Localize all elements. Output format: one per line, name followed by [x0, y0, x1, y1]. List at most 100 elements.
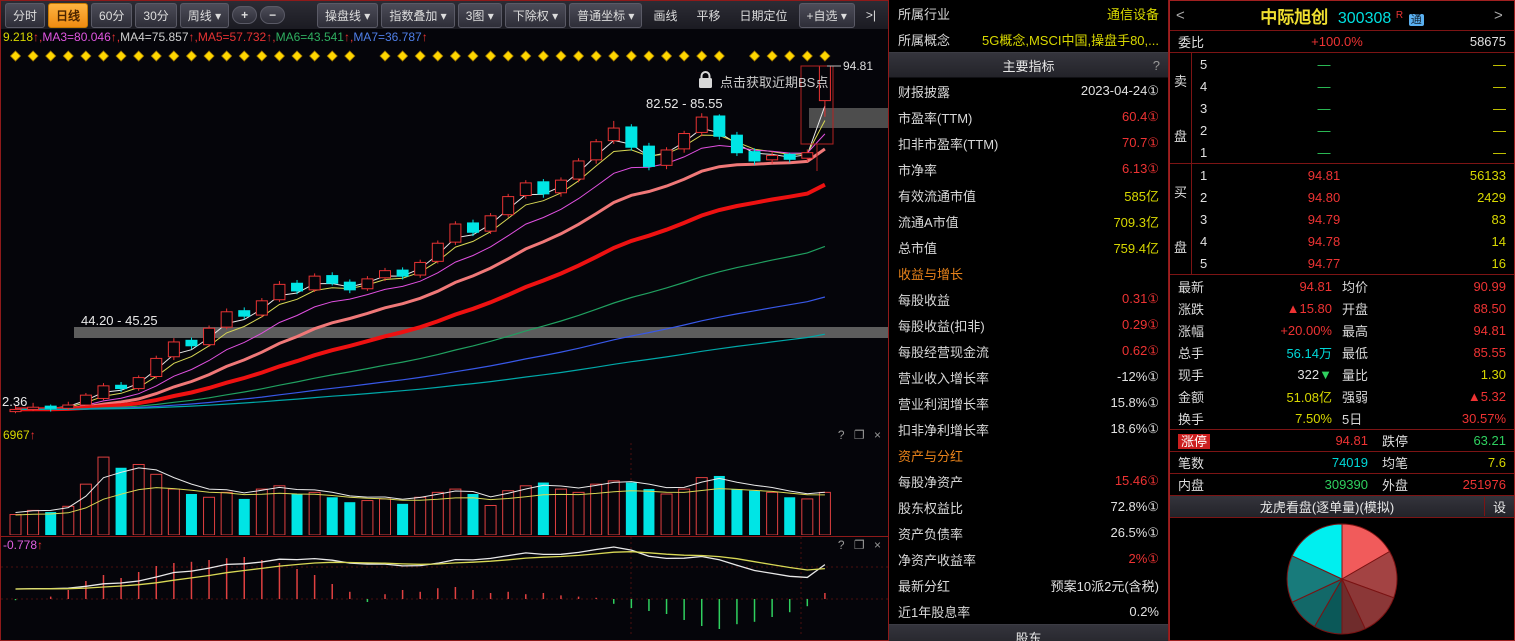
candlestick-chart[interactable]: 94.81 点击获取近期BS点82.52 - 85.5544.20 - 45.2…: [1, 46, 888, 427]
settings-button[interactable]: 设: [1484, 497, 1514, 516]
quote-value: 63.21: [1430, 433, 1506, 448]
info-row-label: 财报披露: [898, 82, 950, 101]
info-row-label: 扣非净利增长率: [898, 420, 989, 439]
layout-3chart-dropdown[interactable]: 3图 ▾: [458, 3, 502, 28]
volume-panel[interactable]: 6967↑ ? ❐ ×: [1, 427, 888, 537]
weibi-label: 委比: [1178, 32, 1238, 51]
main-candlestick-panel[interactable]: 94.81 点击获取近期BS点82.52 - 85.5544.20 - 45.2…: [1, 46, 888, 427]
book-group-char: 盘: [1174, 126, 1187, 145]
ma-legend-segment: MA4=75.857: [120, 30, 188, 44]
quote-value: 51.08亿: [1226, 387, 1342, 406]
quote-value: 309390: [1238, 477, 1382, 492]
weibi-value: +100.0%: [1238, 34, 1436, 49]
book-level: 5: [1200, 57, 1226, 72]
ma-legend-segment: MA5=57.732: [198, 30, 266, 44]
next-stock-arrow[interactable]: >: [1494, 7, 1508, 24]
order-book-row: 194.8156133: [1192, 164, 1514, 186]
info-row: 净资产收益率2%①: [889, 546, 1168, 572]
adjust-rights-dropdown[interactable]: 下除权 ▾: [505, 3, 566, 28]
quote-grid-row: 最新94.81均价90.99: [1170, 275, 1514, 297]
quote-label: 跌停: [1382, 431, 1430, 450]
restore-icon[interactable]: ❐: [854, 428, 868, 442]
info-row-value: 0.62①: [1122, 343, 1159, 359]
close-icon[interactable]: ×: [874, 538, 884, 552]
volume-value-label: 6967↑: [3, 428, 36, 442]
svg-text:94.81: 94.81: [843, 59, 873, 73]
date-locate-button[interactable]: 日期定位: [731, 3, 795, 28]
timeframe-30min[interactable]: 30分: [135, 3, 176, 28]
draw-line-button[interactable]: 画线: [645, 3, 685, 28]
caopanxian-dropdown[interactable]: 操盘线 ▾: [317, 3, 378, 28]
info-row: 近1年股息率0.2%: [889, 598, 1168, 624]
ma-legend-segment: ↑: [422, 30, 428, 44]
timeframe-fenshi[interactable]: 分时: [5, 3, 45, 28]
longhu-title: 龙虎看盘(逐单量)(模拟): [1170, 497, 1484, 516]
timeframe-daily[interactable]: 日线: [48, 3, 88, 28]
stock-code: 300308: [1338, 10, 1391, 27]
order-flow-pie-wrap: [1170, 518, 1514, 640]
add-watchlist-dropdown[interactable]: +自选 ▾: [799, 3, 855, 28]
info-row-value: -12%①: [1117, 369, 1159, 385]
info-row-value: 72.8%①: [1110, 499, 1159, 515]
buy-book-label: 买盘: [1170, 164, 1192, 274]
quote-value: 30.57%: [1390, 411, 1506, 426]
info-row-value: 2%①: [1129, 551, 1159, 567]
quote-value: 90.99: [1390, 279, 1506, 294]
quote-value: 94.81: [1238, 433, 1382, 448]
help-icon[interactable]: ?: [838, 428, 848, 442]
timeframe-weekly[interactable]: 周线 ▾: [180, 3, 229, 28]
quote-grid-row: 涨幅+20.00%最高94.81: [1170, 319, 1514, 341]
quote-value: 56.14万: [1226, 343, 1342, 362]
info-row: 有效流通市值585亿: [889, 182, 1168, 208]
bs-point-hint[interactable]: 点击获取近期BS点: [720, 75, 828, 90]
quote-label: 最高: [1342, 321, 1390, 340]
oscillator-chart[interactable]: [1, 537, 888, 637]
help-icon[interactable]: ?: [838, 538, 848, 552]
book-price: —: [1226, 123, 1422, 138]
info-row-label: 每股收益(扣非): [898, 316, 985, 335]
quote-value: 94.81: [1390, 323, 1506, 338]
book-price: —: [1226, 79, 1422, 94]
volume-panel-controls: ? ❐ ×: [838, 428, 884, 442]
info-row: 每股净资产15.46①: [889, 468, 1168, 494]
info-row-value: 预案10派2元(含税): [1051, 576, 1159, 595]
pan-button[interactable]: 平移: [688, 3, 728, 28]
book-group-char: 卖: [1174, 71, 1187, 90]
info-row: 扣非市盈率(TTM)70.7①: [889, 130, 1168, 156]
collapse-button[interactable]: >|: [858, 4, 884, 26]
ma-legend-segment: ↑,: [33, 30, 42, 44]
svg-text:82.52 - 85.55: 82.52 - 85.55: [646, 96, 723, 111]
book-volume: 2429: [1422, 190, 1506, 205]
book-price: 94.80: [1226, 190, 1422, 205]
ma-legend-segment: MA3=80.046: [42, 30, 110, 44]
info-section-header: 收益与增长: [889, 260, 1168, 286]
info-row-label: 每股净资产: [898, 472, 963, 491]
close-icon[interactable]: ×: [874, 428, 884, 442]
quote-label: 涨停: [1178, 431, 1238, 450]
book-volume: 56133: [1422, 168, 1506, 183]
volume-chart[interactable]: [1, 427, 888, 535]
book-level: 2: [1200, 190, 1226, 205]
quote-label: 总手: [1178, 343, 1226, 362]
quote-panel: < 中际旭创 300308 R 通 > 委比 +100.0% 58675 卖盘 …: [1169, 0, 1515, 641]
info-row-label: 每股经营现金流: [898, 342, 989, 361]
oscillator-panel[interactable]: -0.778↑ ? ❐ ×: [1, 537, 888, 639]
book-price: 94.77: [1226, 256, 1422, 271]
restore-icon[interactable]: ❐: [854, 538, 868, 552]
zoom-in-button[interactable]: +: [232, 6, 257, 24]
quote-label-text: 涨停: [1178, 434, 1210, 449]
coordinate-dropdown[interactable]: 普通坐标 ▾: [569, 3, 642, 28]
zoom-out-button[interactable]: −: [260, 6, 285, 24]
fundamental-info-panel: 所属行业通信设备所属概念5G概念,MSCI中国,操盘手80,...主要指标?财报…: [889, 0, 1169, 641]
prev-stock-arrow[interactable]: <: [1176, 7, 1190, 24]
index-overlay-dropdown[interactable]: 指数叠加 ▾: [381, 3, 454, 28]
help-icon[interactable]: ?: [1153, 58, 1160, 73]
quote-value-suffix: ▼: [1319, 367, 1332, 382]
timeframe-60min[interactable]: 60分: [91, 3, 132, 28]
ma-legend-segment: ↑,: [266, 30, 275, 44]
ma-legend-segment: ↑,: [111, 30, 120, 44]
info-row-value: 0.2%: [1129, 604, 1159, 619]
quote-grid-row: 涨跌▲15.80开盘88.50: [1170, 297, 1514, 319]
quote-label: 最低: [1342, 343, 1390, 362]
chart-column: 分时日线60分30分周线 ▾+− 操盘线 ▾指数叠加 ▾3图 ▾下除权 ▾普通坐标…: [0, 0, 889, 641]
